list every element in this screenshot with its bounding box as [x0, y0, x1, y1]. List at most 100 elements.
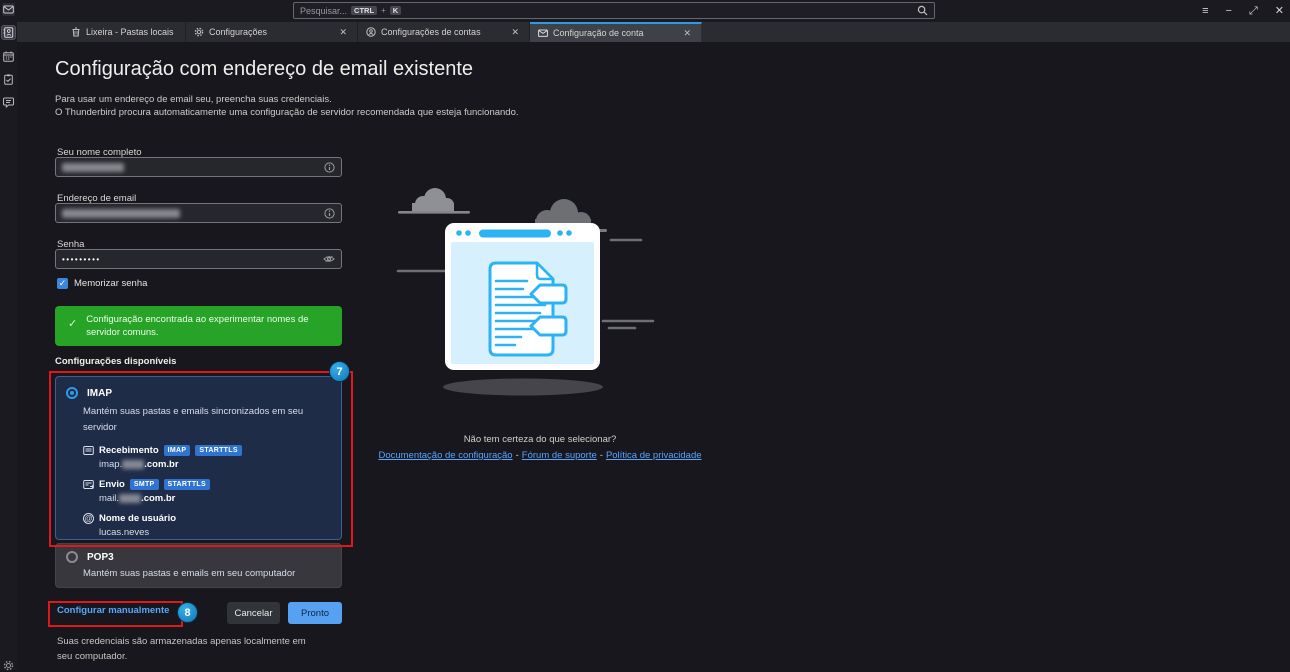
tab-account-settings[interactable]: Configurações de contas ✕: [358, 22, 530, 42]
redacted-name-value: [62, 163, 124, 172]
imap-description: Mantém suas pastas e emails sincronizado…: [83, 404, 323, 436]
done-button[interactable]: Pronto: [288, 602, 342, 624]
success-message: Configuração encontrada ao experimentar …: [86, 313, 334, 339]
mail-gear-icon: [538, 28, 548, 38]
protocol-badge: SMTP: [130, 479, 159, 490]
tab-spacer: [17, 22, 63, 42]
outgoing-hostname: mail..com.br: [99, 493, 341, 504]
docs-link[interactable]: Documentação de configuração: [378, 450, 512, 461]
tab-close-icon[interactable]: ✕: [337, 27, 349, 38]
security-badge: STARTTLS: [164, 479, 210, 490]
help-links: Documentação de configuração-Fórum de su…: [350, 450, 730, 461]
remember-password-label: Memorizar senha: [74, 278, 147, 289]
pop3-radio[interactable]: [66, 551, 78, 563]
outgoing-server-icon: [83, 479, 94, 490]
pop3-option-panel[interactable]: POP3 Mantém suas pastas e emails em seu …: [55, 543, 342, 588]
tab-close-icon[interactable]: ✕: [681, 28, 693, 39]
spaces-toolbar: [0, 0, 17, 670]
pop3-title: POP3: [87, 552, 114, 563]
gear-icon: [194, 27, 204, 37]
security-badge: STARTTLS: [195, 445, 241, 456]
app-menu-button[interactable]: ≡: [1202, 6, 1208, 17]
available-configs-label: Configurações disponíveis: [55, 356, 176, 367]
full-name-input[interactable]: [55, 157, 342, 177]
incoming-hostname: imap..com.br: [99, 459, 341, 470]
space-mail-button[interactable]: [2, 3, 15, 16]
tab-bar: Lixeira - Pastas locais Configurações ✕ …: [17, 22, 1290, 42]
success-banner: ✓ Configuração encontrada ao experimenta…: [55, 306, 342, 346]
settings-gear-icon: [3, 660, 14, 671]
redacted-domain: [122, 460, 144, 469]
imap-option-panel[interactable]: IMAP Mantém suas pastas e emails sincron…: [55, 376, 342, 540]
tab-label: Configurações de contas: [381, 27, 481, 37]
username-value: lucas.neves: [99, 527, 341, 538]
email-input[interactable]: [55, 203, 342, 223]
cancel-button[interactable]: Cancelar: [227, 602, 280, 624]
setup-illustration: [395, 185, 665, 405]
tab-close-icon[interactable]: ✕: [509, 27, 521, 38]
check-icon: ✓: [68, 317, 77, 330]
link-separator: -: [516, 450, 519, 461]
remember-password-row: ✓ Memorizar senha: [57, 278, 147, 289]
annotation-badge-8: 8: [177, 602, 198, 623]
account-gear-icon: [366, 27, 376, 37]
redacted-domain: [119, 494, 141, 503]
imap-radio[interactable]: [66, 387, 78, 399]
password-input[interactable]: •••••••••: [55, 249, 342, 269]
remember-password-checkbox[interactable]: ✓: [57, 278, 68, 289]
global-search-input[interactable]: Pesquisar... CTRL + K: [293, 2, 935, 19]
tab-account-setup[interactable]: Configuração de conta ✕: [530, 22, 702, 42]
space-calendar-button[interactable]: [2, 50, 15, 63]
tasks-icon: [3, 74, 14, 85]
password-value: •••••••••: [62, 255, 101, 264]
redacted-email-value: [62, 209, 180, 218]
incoming-server-icon: [83, 445, 94, 456]
kbd-ctrl: CTRL: [351, 6, 377, 16]
space-address-book-button[interactable]: [2, 26, 15, 39]
tab-trash-local-folders[interactable]: Lixeira - Pastas locais: [63, 22, 186, 42]
space-chat-button[interactable]: [2, 96, 15, 109]
minimize-button[interactable]: −: [1226, 6, 1232, 17]
tab-label: Configuração de conta: [553, 28, 644, 38]
protocol-badge: IMAP: [164, 445, 191, 456]
calendar-icon: [3, 51, 14, 62]
info-icon: [324, 162, 335, 173]
restore-button[interactable]: ⤢: [1249, 6, 1258, 17]
kbd-plus: +: [381, 6, 386, 15]
cloud-left: [412, 188, 454, 212]
tab-settings[interactable]: Configurações ✕: [186, 22, 358, 42]
spaces-settings-button[interactable]: [2, 659, 15, 672]
tab-label: Lixeira - Pastas locais: [86, 27, 174, 37]
account-setup-page: Configuração com endereço de email exist…: [17, 42, 1290, 670]
window-controls: ≡ − ⤢ ✕: [1202, 0, 1284, 22]
search-icon: [917, 5, 928, 16]
privacy-policy-link[interactable]: Política de privacidade: [606, 450, 702, 461]
outgoing-label: Envio: [99, 479, 125, 490]
username-label: Nome de usuário: [99, 513, 176, 524]
credentials-note: Suas credenciais são armazenadas apenas …: [57, 634, 315, 664]
incoming-label: Recebimento: [99, 445, 159, 456]
info-icon: [324, 208, 335, 219]
eye-icon[interactable]: [323, 254, 335, 264]
support-forum-link[interactable]: Fórum de suporte: [522, 450, 597, 461]
mail-icon: [3, 4, 14, 15]
space-tasks-button[interactable]: [2, 73, 15, 86]
titlebar: Pesquisar... CTRL + K ≡ − ⤢ ✕: [17, 0, 1290, 22]
address-book-icon: [3, 27, 14, 38]
tab-label: Configurações: [209, 27, 267, 37]
kbd-k: K: [390, 6, 401, 16]
help-question: Não tem certeza do que selecionar?: [370, 434, 710, 445]
configure-manually-link[interactable]: Configurar manualmente: [57, 605, 169, 616]
chat-icon: [3, 97, 14, 108]
annotation-badge-7: 7: [329, 361, 350, 382]
imap-title: IMAP: [87, 388, 112, 399]
pop3-description: Mantém suas pastas e emails em seu compu…: [83, 566, 343, 582]
intro-line-1: Para usar um endereço de email seu, pree…: [55, 94, 332, 105]
intro-line-2: O Thunderbird procura automaticamente um…: [55, 107, 519, 118]
page-title: Configuração com endereço de email exist…: [55, 58, 473, 81]
search-placeholder: Pesquisar...: [300, 6, 347, 16]
link-separator: -: [600, 450, 603, 461]
username-at-icon: @: [83, 513, 94, 524]
close-button[interactable]: ✕: [1275, 6, 1284, 17]
trash-icon: [71, 27, 81, 37]
